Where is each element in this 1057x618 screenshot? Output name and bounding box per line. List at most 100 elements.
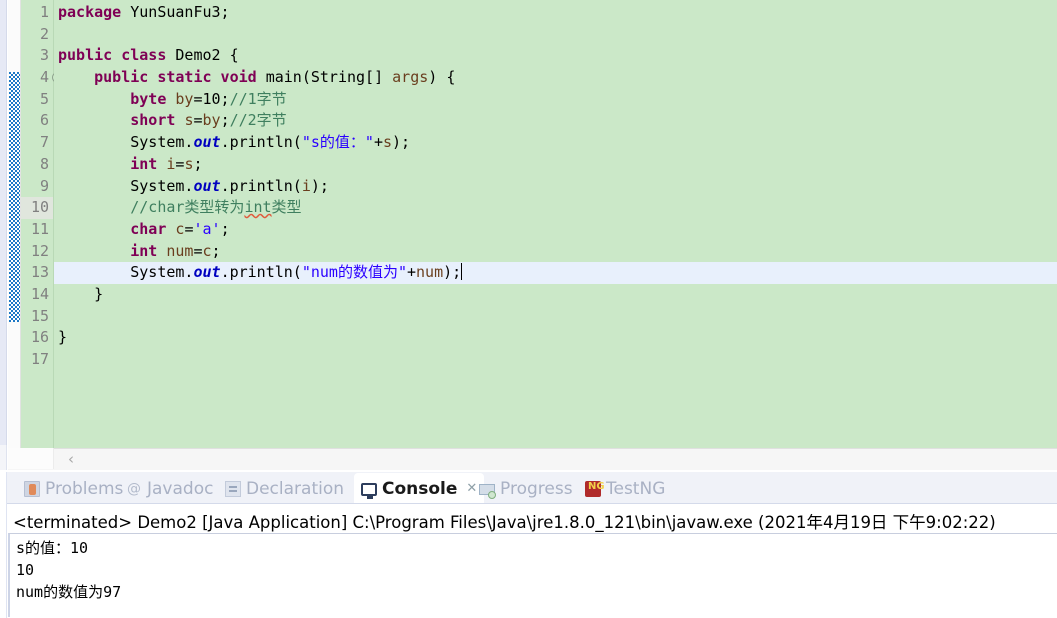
code-line[interactable]: byte by=10;//1字节 (54, 89, 1057, 111)
console-view-inner: Problems @ Javadoc Declaration Console ✕ Progr… (6, 472, 1057, 618)
code-token: + (373, 133, 383, 152)
code-token: //1字节 (229, 89, 287, 108)
code-token: System. (58, 263, 194, 282)
code-line[interactable]: package YunSuanFu3; (54, 2, 1057, 24)
code-token: ); (443, 263, 462, 282)
code-token: int (244, 198, 272, 217)
tab-label: Console (382, 478, 458, 499)
code-token: = (193, 111, 203, 130)
problems-icon (24, 480, 40, 497)
tab-progress[interactable]: Progress (472, 474, 580, 503)
code-token: public class (58, 46, 176, 65)
tab-label: TestNG (606, 478, 666, 499)
code-line[interactable]: int num=c; (54, 241, 1057, 263)
line-number: 5 (39, 89, 49, 108)
code-token: Demo2 { (175, 46, 239, 65)
line-number: 4 (21, 67, 63, 89)
scroll-left-chevron-icon[interactable]: ‹ (60, 449, 82, 470)
code-token: args (392, 68, 429, 87)
code-text-area[interactable]: package YunSuanFu3; public class Demo2 {… (54, 0, 1057, 448)
code-token: .println( (220, 133, 302, 152)
code-token: s (382, 133, 392, 152)
code-token: package (58, 3, 131, 21)
tab-console[interactable]: Console ✕ (354, 474, 485, 503)
code-token: by (202, 111, 221, 130)
code-token: main(String[] (265, 68, 393, 87)
code-token: ); (310, 176, 329, 195)
code-token: "num的数值为" (301, 263, 407, 282)
code-token: out (193, 176, 221, 195)
code-token: c (202, 241, 212, 260)
tab-label: Problems (45, 478, 124, 499)
tab-javadoc[interactable]: @ Javadoc (119, 474, 220, 503)
code-token: out (193, 133, 221, 152)
launch-configuration-line: <terminated> Demo2 [Java Application] C:… (13, 513, 996, 532)
code-line[interactable]: //char类型转为int类型 (54, 197, 1057, 219)
code-token: ; (220, 219, 230, 238)
code-token: ; (211, 241, 221, 260)
code-line[interactable]: } (54, 284, 1057, 306)
code-token: = (193, 241, 203, 260)
code-line[interactable] (54, 306, 1057, 328)
code-token: char (130, 219, 176, 238)
line-number: 17 (30, 350, 49, 368)
code-token: System. (58, 176, 194, 195)
tab-label: Declaration (246, 478, 345, 499)
code-line[interactable]: public class Demo2 { (54, 45, 1057, 67)
javadoc-icon: @ (127, 480, 141, 497)
code-line[interactable]: char c='a'; (54, 219, 1057, 241)
code-token: System. (58, 133, 194, 152)
testng-icon (585, 480, 605, 497)
line-number: 2 (39, 24, 49, 43)
line-number: 12 (30, 241, 49, 260)
line-number-gutter[interactable]: 1 2 3 4 5 6 7 8 9 10 11 12 13 14 15 16 17 (21, 0, 63, 448)
code-line[interactable] (54, 349, 1057, 371)
code-token: //2字节 (229, 111, 287, 130)
tab-label: Javadoc (147, 478, 214, 499)
code-token: by (175, 89, 194, 108)
line-number: 7 (39, 133, 49, 152)
code-line[interactable]: } (54, 327, 1057, 349)
code-token: short (130, 111, 185, 130)
code-token: + (407, 263, 417, 282)
line-number: 9 (39, 176, 49, 195)
code-token: } (58, 328, 68, 347)
code-line[interactable]: System.out.println("num的数值为"+num); (54, 262, 1057, 284)
code-token: public static void (94, 68, 266, 87)
code-line[interactable] (54, 24, 1057, 46)
line-number: 6 (39, 111, 49, 130)
window-left-edge-cap (0, 445, 7, 470)
line-number: 15 (30, 306, 49, 325)
line-number: 10 (21, 197, 53, 219)
tab-problems[interactable]: Problems (17, 474, 130, 503)
code-token: ); (392, 133, 411, 152)
code-token: byte (130, 89, 176, 108)
line-number: 13 (30, 263, 49, 282)
line-number: 8 (39, 154, 49, 173)
window-left-edge-strip (0, 0, 7, 470)
tab-declaration[interactable]: Declaration (218, 474, 351, 503)
code-line[interactable]: short s=by;//2字节 (54, 110, 1057, 132)
tab-testng[interactable]: TestNG (578, 474, 672, 503)
code-line[interactable]: System.out.println(i); (54, 176, 1057, 198)
code-token: ; (193, 154, 203, 173)
line-number: 16 (30, 328, 49, 347)
editor-horizontal-scrollbar[interactable]: ‹ (8, 448, 1057, 470)
console-output-text[interactable]: s的值：10 10 num的数值为97 (8, 533, 1057, 617)
code-token: num (416, 263, 444, 282)
console-icon (361, 482, 377, 499)
code-line[interactable]: int i=s; (54, 154, 1057, 176)
code-token: ; (220, 111, 230, 130)
code-line[interactable]: public static void main(String[] args) { (54, 67, 1057, 89)
line-number: 1 (39, 3, 49, 21)
line-number: 14 (30, 284, 49, 303)
code-token: .println( (220, 176, 302, 195)
folding-region-marker[interactable] (9, 72, 20, 322)
code-token: YunSuanFu3; (130, 3, 230, 21)
code-line[interactable]: System.out.println("s的值："+s); (54, 132, 1057, 154)
